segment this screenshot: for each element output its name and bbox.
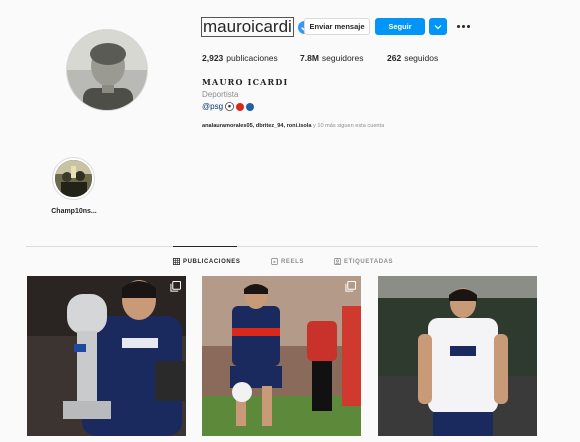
following-label: seguidos [404, 53, 439, 63]
highlight-label: Champ10ns... [51, 208, 97, 215]
reels-icon [271, 258, 278, 265]
highlight-cover-image [55, 160, 92, 197]
soccer-ball-icon [225, 102, 234, 111]
post-image-trophy [27, 276, 186, 436]
profile-category: Deportista [202, 90, 239, 99]
grid-icon [173, 258, 180, 265]
blue-circle-icon [246, 102, 255, 111]
tab-etiquetadas[interactable]: ETIQUETADAS [334, 258, 393, 265]
tab-reels-label: REELS [281, 258, 305, 265]
tab-etiquetadas-label: ETIQUETADAS [344, 258, 394, 265]
profile-full-name: MAURO ICARDI [202, 77, 289, 87]
bio-link[interactable]: @psg [202, 102, 223, 111]
following-count: 262 [387, 53, 402, 63]
username-row: mauroicardi [201, 17, 311, 37]
chevron-down-icon [434, 24, 442, 29]
posts-stat: 2,923 publicaciones [202, 53, 278, 63]
profile-bio: @psg [202, 102, 255, 111]
tagged-icon [334, 258, 341, 265]
followed-by-names: analauramorales05, dbritez_94, roni.isol… [202, 123, 312, 129]
posts-count: 2,923 [202, 53, 224, 63]
follow-button[interactable]: Seguir [375, 18, 425, 35]
posts-label: publicaciones [226, 53, 278, 63]
followed-by-suffix: y 10 más siguen esta cuenta [311, 123, 385, 129]
profile-avatar[interactable] [66, 29, 148, 111]
tabs-divider [26, 246, 538, 247]
avatar-photo [67, 30, 147, 110]
post-thumbnail[interactable] [378, 276, 537, 436]
multiple-photos-icon [345, 281, 356, 292]
followers-label: seguidores [321, 53, 364, 63]
tab-reels[interactable]: REELS [271, 258, 304, 265]
tab-publicaciones[interactable]: PUBLICACIONES [173, 258, 240, 265]
red-circle-icon [236, 102, 245, 111]
post-image-white-kit [378, 276, 537, 436]
options-more-icon[interactable] [457, 21, 471, 31]
story-highlight[interactable] [52, 157, 95, 200]
post-thumbnail[interactable] [27, 276, 186, 436]
tab-publicaciones-label: PUBLICACIONES [183, 258, 241, 265]
following-stat[interactable]: 262 seguidos [387, 53, 438, 63]
profile-username: mauroicardi [201, 17, 294, 37]
followers-stat[interactable]: 7.8M seguidores [300, 53, 364, 63]
post-thumbnail[interactable] [202, 276, 361, 436]
highlight-cover [55, 160, 92, 197]
active-tab-indicator [173, 246, 237, 247]
suggested-accounts-button[interactable] [429, 18, 447, 35]
multiple-photos-icon [170, 281, 181, 292]
followers-count: 7.8M [300, 53, 319, 63]
post-image-match [202, 276, 361, 436]
followed-by-text[interactable]: analauramorales05, dbritez_94, roni.isol… [202, 123, 384, 129]
send-message-button[interactable]: Enviar mensaje [304, 18, 370, 35]
